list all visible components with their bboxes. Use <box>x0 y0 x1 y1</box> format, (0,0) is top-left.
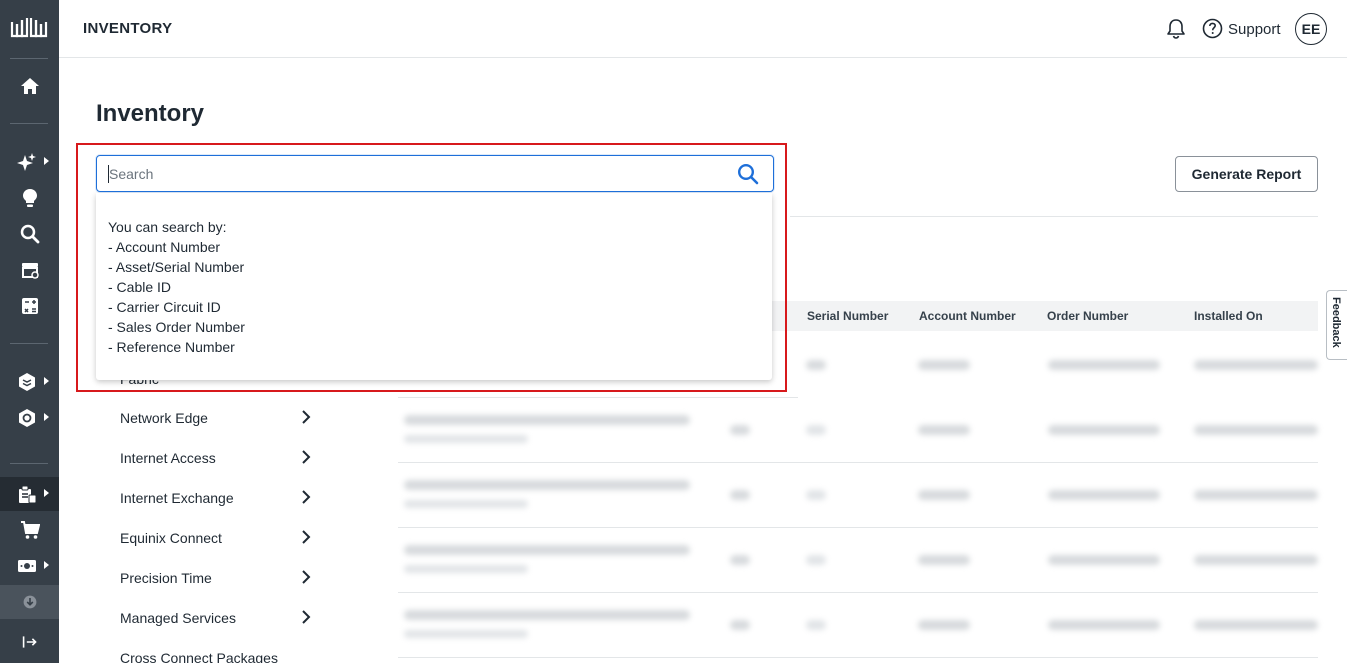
rail-divider <box>10 463 48 464</box>
rail-search[interactable] <box>0 217 59 251</box>
network-edge-icon <box>18 409 35 427</box>
user-avatar[interactable]: EE <box>1295 13 1327 45</box>
nav-item-cross-connect-packages[interactable]: Cross Connect Packages <box>120 650 278 663</box>
chevron-right-icon[interactable] <box>300 450 312 464</box>
row-divider <box>398 592 1318 593</box>
cart-icon <box>20 521 40 539</box>
rail-divider <box>10 343 48 344</box>
equinix-logo-icon[interactable] <box>10 16 48 40</box>
rail-insights[interactable] <box>0 181 59 215</box>
divider <box>790 216 1318 217</box>
rail-fabric[interactable] <box>0 365 59 399</box>
row-divider <box>398 657 1318 658</box>
page-title: Inventory <box>96 100 205 127</box>
rail-divider <box>10 58 48 59</box>
row-divider <box>398 462 1318 463</box>
nav-item-equinix-connect[interactable]: Equinix Connect <box>120 530 222 546</box>
rail-home[interactable] <box>0 69 59 103</box>
row-divider <box>398 527 1318 528</box>
nav-item-precision-time[interactable]: Precision Time <box>120 570 212 586</box>
calculator-icon <box>21 298 38 314</box>
row-divider <box>398 397 798 398</box>
nav-item-internet-exchange[interactable]: Internet Exchange <box>120 490 234 506</box>
rail-logout[interactable] <box>0 625 59 659</box>
column-header-installed-on[interactable]: Installed On <box>1194 309 1263 323</box>
chevron-right-icon[interactable] <box>300 490 312 504</box>
rail-ai[interactable] <box>0 145 59 179</box>
search-icon <box>20 224 39 244</box>
rail-network-edge[interactable] <box>0 401 59 435</box>
chevron-right-icon[interactable] <box>300 610 312 624</box>
rail-billing[interactable] <box>0 549 59 583</box>
highlight-annotation-box <box>76 143 787 392</box>
chevron-right-icon[interactable] <box>300 530 312 544</box>
rail-marketplace[interactable] <box>0 253 59 287</box>
nav-item-managed-services[interactable]: Managed Services <box>120 610 236 626</box>
top-bar: INVENTORY Support EE <box>59 0 1347 58</box>
rail-cart[interactable] <box>0 513 59 547</box>
fabric-icon <box>18 373 35 391</box>
inventory-icon <box>18 485 36 504</box>
rail-download[interactable] <box>0 585 59 619</box>
feedback-tab[interactable]: Feedback <box>1326 290 1347 360</box>
column-header-serial-number[interactable]: Serial Number <box>807 309 888 323</box>
feedback-label: Feedback <box>1330 297 1342 348</box>
sparkle-icon <box>16 153 36 171</box>
left-rail <box>0 0 59 663</box>
column-header-account-number[interactable]: Account Number <box>919 309 1016 323</box>
download-icon <box>23 595 36 609</box>
support-link[interactable]: Support <box>1228 21 1281 38</box>
chevron-right-icon[interactable] <box>300 570 312 584</box>
lightbulb-icon <box>22 189 37 207</box>
nav-item-internet-access[interactable]: Internet Access <box>120 450 216 466</box>
billing-icon <box>17 560 36 572</box>
chevron-right-icon[interactable] <box>300 410 312 424</box>
bell-icon[interactable] <box>1165 18 1187 40</box>
storefront-icon <box>21 263 39 279</box>
column-header-order-number[interactable]: Order Number <box>1047 309 1128 323</box>
rail-calculator[interactable] <box>0 289 59 323</box>
logout-icon <box>22 636 37 648</box>
rail-divider <box>10 123 48 124</box>
rail-inventory[interactable] <box>0 477 59 511</box>
nav-item-network-edge[interactable]: Network Edge <box>120 410 208 426</box>
help-icon[interactable] <box>1202 18 1223 39</box>
home-icon <box>20 78 39 94</box>
app-title: INVENTORY <box>83 20 173 37</box>
generate-report-button[interactable]: Generate Report <box>1175 156 1318 192</box>
